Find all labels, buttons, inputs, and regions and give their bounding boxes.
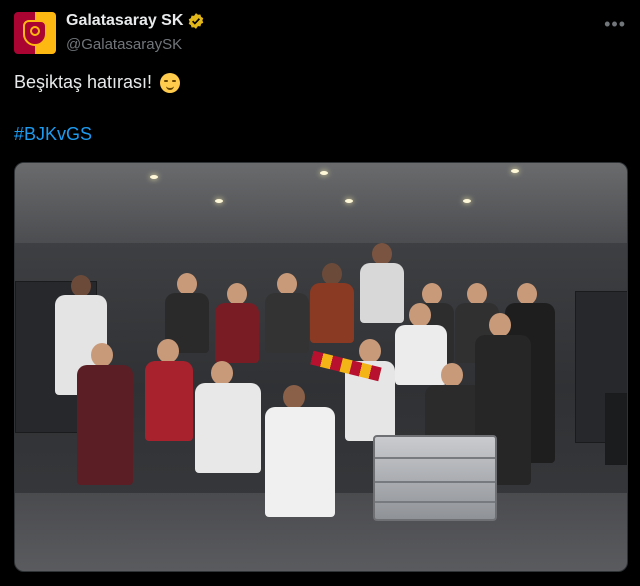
hashtag-link[interactable]: #BJKvGS [14, 124, 92, 145]
tweet-text-content: Beşiktaş hatırası! [14, 72, 153, 92]
more-options-icon[interactable]: ••• [604, 14, 626, 35]
author-handle[interactable]: @GalatasaraySK [66, 36, 182, 53]
galatasaray-crest-icon[interactable] [14, 12, 56, 54]
tweet-text: Beşiktaş hatırası! [14, 72, 181, 93]
author-display-name[interactable]: Galatasaray SK [66, 12, 183, 30]
verified-badge-icon [189, 13, 204, 29]
tweet-photo[interactable] [14, 162, 628, 572]
relieved-face-emoji-icon [160, 72, 181, 93]
author-name-row: Galatasaray SK [66, 12, 205, 30]
tweet-header: Galatasaray SK @GalatasaraySK ••• [14, 12, 626, 56]
equipment-case [373, 435, 497, 521]
